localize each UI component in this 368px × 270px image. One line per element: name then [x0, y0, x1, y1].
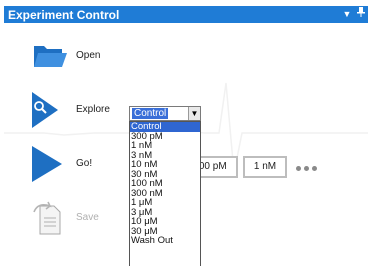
explore-condition-options: Control 300 pM 1 nM 3 nM 10 nM 30 nM 100…: [129, 121, 201, 266]
explore-condition-select[interactable]: Control ▼: [129, 106, 201, 121]
option-wash-out[interactable]: Wash Out: [130, 236, 200, 246]
select-value: Control: [132, 108, 169, 119]
open-label[interactable]: Open: [76, 50, 100, 61]
explore-action[interactable]: Explore: [32, 92, 110, 128]
explore-label[interactable]: Explore: [76, 104, 110, 115]
search-icon[interactable]: [32, 92, 68, 128]
go-label[interactable]: Go!: [76, 158, 92, 169]
play-icon[interactable]: [32, 146, 68, 182]
folder-icon[interactable]: [32, 40, 68, 76]
dropdown-menu-icon[interactable]: ▼: [340, 6, 354, 23]
save-document-icon: [32, 200, 68, 236]
more-options-icon[interactable]: [296, 166, 317, 171]
window-title: Experiment Control: [8, 7, 120, 22]
window-titlebar: Experiment Control ▼: [4, 6, 368, 23]
experiment-control-panel: Experiment Control ▼ Open Explore Go! Sa…: [4, 6, 368, 266]
save-label: Save: [76, 212, 99, 223]
concentration-button-1nm[interactable]: 1 nM: [243, 156, 287, 178]
open-action[interactable]: Open: [32, 40, 100, 76]
pin-icon[interactable]: [354, 6, 368, 23]
chevron-down-icon[interactable]: ▼: [188, 107, 200, 120]
save-action: Save: [32, 200, 99, 236]
go-action[interactable]: Go!: [32, 146, 92, 182]
